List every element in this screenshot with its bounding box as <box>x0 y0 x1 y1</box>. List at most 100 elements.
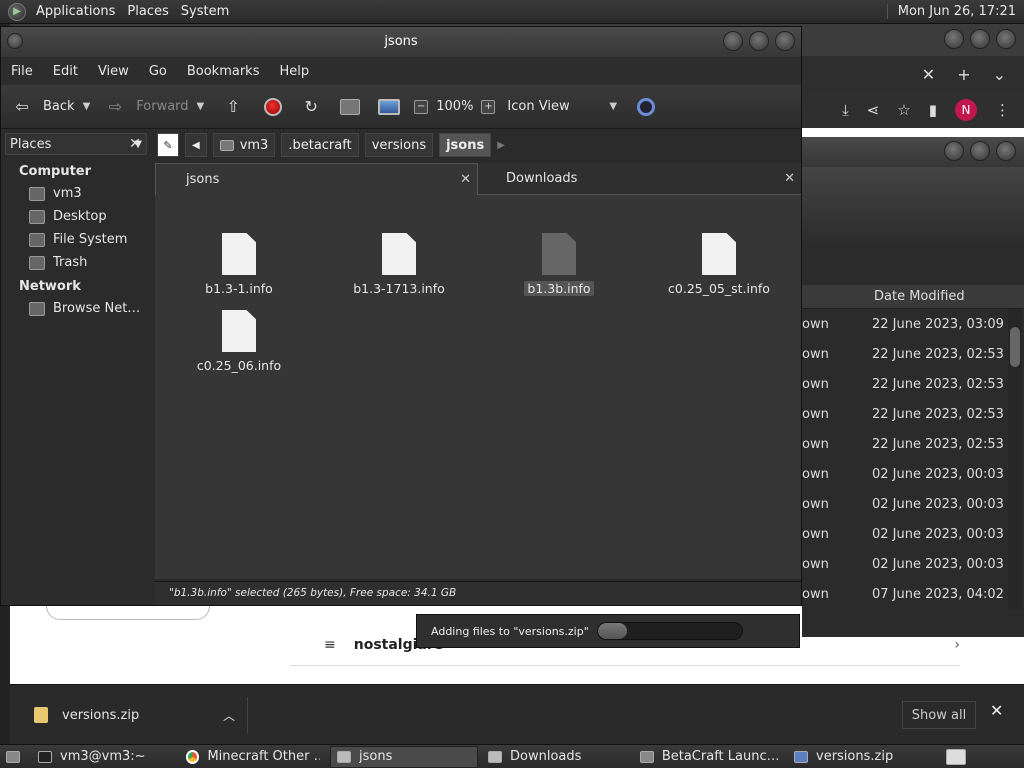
file-item[interactable]: c0.25_05_st.info <box>639 233 799 309</box>
downloads-minimize-button[interactable] <box>944 141 964 161</box>
path-segment-label: vm3 <box>239 137 269 153</box>
tab-close-icon[interactable]: ✕ <box>922 65 935 84</box>
list-item[interactable]: own 02 June 2023, 00:03 <box>802 489 1008 519</box>
menu-file[interactable]: File <box>1 64 43 79</box>
chevron-right-icon[interactable]: › <box>954 637 960 653</box>
sidebar-item-file-system[interactable]: File System <box>1 228 151 251</box>
menu-go[interactable]: Go <box>139 64 177 79</box>
taskbar-item-terminal[interactable]: vm3@vm3:~ <box>32 746 176 768</box>
close-button[interactable] <box>775 31 795 51</box>
search-icon[interactable] <box>637 97 656 116</box>
path-segment-versions[interactable]: versions <box>364 133 434 157</box>
sidepanel-icon[interactable]: ▮ <box>929 101 937 119</box>
sidebar-item-vm3[interactable]: vm3 <box>1 182 151 205</box>
file-manager-titlebar[interactable]: jsons <box>1 27 801 57</box>
stop-icon[interactable] <box>264 97 283 116</box>
clock[interactable]: Mon Jun 26, 17:21 <box>886 4 1024 19</box>
icon-view[interactable]: b1.3-1.info b1.3-1713.info b1.3b.info c0… <box>155 195 801 579</box>
list-item[interactable]: own 02 June 2023, 00:03 <box>802 519 1008 549</box>
browser-maximize-button[interactable] <box>970 29 990 49</box>
back-arrow-icon: ⇦ <box>15 97 29 116</box>
file-item-selected[interactable]: b1.3b.info <box>479 233 639 309</box>
computer-icon[interactable] <box>378 98 401 115</box>
list-item[interactable]: own 22 June 2023, 02:53 <box>802 339 1008 369</box>
downloads-window-background[interactable]: Date Modified own 22 June 2023, 03:09 own 2… <box>802 137 1024 637</box>
close-icon[interactable]: ✕ <box>990 701 1003 720</box>
maximize-button[interactable] <box>749 31 769 51</box>
taskbar-item-downloads[interactable]: Downloads <box>482 746 630 768</box>
downloads-maximize-button[interactable] <box>970 141 990 161</box>
sidebar-item-trash[interactable]: Trash <box>1 251 151 274</box>
sidebar-item-browse-network[interactable]: Browse Net… <box>1 297 151 320</box>
path-scroll-left-icon[interactable]: ◀ <box>185 133 207 157</box>
menu-edit[interactable]: Edit <box>43 64 88 79</box>
minimize-button[interactable] <box>723 31 743 51</box>
window-menu-button[interactable] <box>7 33 23 49</box>
scrollbar-thumb[interactable] <box>1010 327 1020 367</box>
taskbar-item-versions-zip[interactable]: versions.zip <box>788 746 928 768</box>
path-segment-vm3[interactable]: vm3 <box>212 133 276 157</box>
view-mode-dropdown-icon[interactable]: ▼ <box>609 101 617 112</box>
list-item[interactable]: own 02 June 2023, 00:03 <box>802 459 1008 489</box>
list-item[interactable]: own 22 June 2023, 02:53 <box>802 369 1008 399</box>
column-date-modified[interactable]: Date Modified <box>874 289 965 304</box>
bookmark-star-icon[interactable]: ☆ <box>897 101 910 119</box>
browser-menu-icon[interactable]: ⋮ <box>995 101 1010 119</box>
list-item[interactable]: own 22 June 2023, 02:53 <box>802 399 1008 429</box>
list-item[interactable]: own 22 June 2023, 02:53 <box>802 429 1008 459</box>
file-item[interactable]: b1.3-1713.info <box>319 233 479 309</box>
chevron-up-icon[interactable]: ︿ <box>223 707 235 724</box>
list-item[interactable]: own 07 June 2023, 04:02 <box>802 579 1008 609</box>
list-item[interactable]: own 22 June 2023, 03:09 <box>802 309 1008 339</box>
sidebar: Computer vm3 Desktop File System Trash N… <box>1 159 151 605</box>
taskbar-item-betacraft[interactable]: BetaCraft Launc… <box>634 746 784 768</box>
zoom-out-icon[interactable]: − <box>414 99 429 114</box>
tab-downloads[interactable]: Downloads ✕ <box>478 163 801 195</box>
tab-jsons[interactable]: jsons ✕ <box>155 163 478 195</box>
forward-button[interactable]: ⇨ Forward <box>104 92 189 122</box>
menu-bookmarks[interactable]: Bookmarks <box>177 64 270 79</box>
path-bar: ✎ ◀ vm3 .betacraft versions jsons ▶ <box>157 131 801 159</box>
home-icon[interactable] <box>340 98 361 115</box>
path-segment-jsons[interactable]: jsons <box>439 133 492 157</box>
new-tab-button[interactable]: + <box>957 65 970 84</box>
browser-minimize-button[interactable] <box>944 29 964 49</box>
list-item[interactable]: own 02 June 2023, 00:03 <box>802 549 1008 579</box>
menu-view[interactable]: View <box>88 64 139 79</box>
tab-close-icon[interactable]: ✕ <box>784 171 795 186</box>
up-icon[interactable]: ⇧ <box>222 96 244 118</box>
menu-help[interactable]: Help <box>269 64 319 79</box>
show-desktop-button[interactable] <box>0 746 26 768</box>
file-item[interactable]: b1.3-1.info <box>159 233 319 309</box>
tab-search-dropdown-icon[interactable]: ⌄ <box>993 65 1006 84</box>
tab-close-icon[interactable]: ✕ <box>460 172 471 187</box>
zoom-in-icon[interactable]: + <box>481 99 496 114</box>
taskbar-item-browser[interactable]: Minecraft Other … <box>180 746 326 768</box>
sidebar-close-icon[interactable]: ✕ <box>125 133 145 155</box>
path-segment-betacraft[interactable]: .betacraft <box>281 133 359 157</box>
edit-location-icon[interactable]: ✎ <box>157 133 179 157</box>
install-icon[interactable]: ⤓ <box>842 101 849 119</box>
browser-close-button[interactable] <box>996 29 1016 49</box>
download-item[interactable]: versions.zip ︿ <box>22 697 248 733</box>
profile-avatar[interactable]: N <box>955 99 977 121</box>
back-history-dropdown-icon[interactable]: ▼ <box>83 101 91 112</box>
sidebar-item-desktop[interactable]: Desktop <box>1 205 151 228</box>
menu-applications[interactable]: Applications <box>30 4 121 19</box>
tab-bar: jsons ✕ Downloads ✕ <box>155 163 801 195</box>
menu-system[interactable]: System <box>175 4 235 19</box>
workspace-switcher[interactable] <box>940 746 972 768</box>
taskbar-item-jsons[interactable]: jsons <box>330 745 478 768</box>
downloads-close-button[interactable] <box>996 141 1016 161</box>
file-item[interactable]: c0.25_06.info <box>159 310 319 386</box>
applications-icon[interactable]: ▶ <box>8 2 26 21</box>
back-button[interactable]: ⇦ Back <box>11 92 74 122</box>
show-all-button[interactable]: Show all <box>902 701 976 729</box>
view-mode-select[interactable]: Icon View <box>507 99 601 114</box>
menu-places[interactable]: Places <box>121 4 174 19</box>
share-icon[interactable]: ⋖ <box>867 101 880 119</box>
forward-history-dropdown-icon[interactable]: ▼ <box>197 101 205 112</box>
reload-icon[interactable]: ↻ <box>300 96 322 118</box>
path-scroll-right-icon[interactable]: ▶ <box>497 140 505 151</box>
downloads-scrollbar[interactable] <box>1008 309 1022 609</box>
